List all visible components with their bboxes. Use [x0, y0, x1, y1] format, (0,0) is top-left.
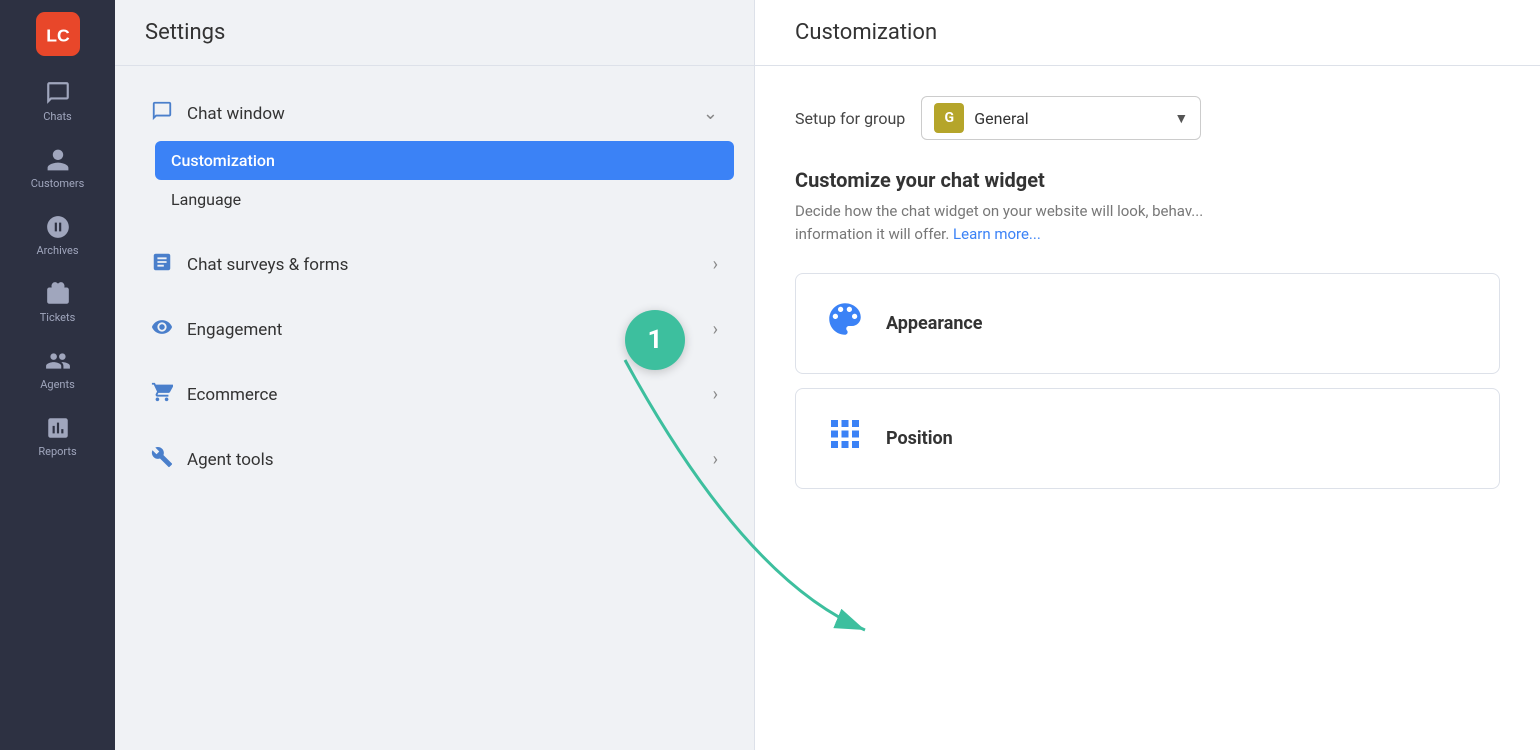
sidebar-item-archives-label: Archives — [36, 244, 78, 257]
ecommerce-label: Ecommerce — [187, 385, 277, 405]
engagement-chevron: › — [713, 319, 718, 340]
tickets-icon — [45, 281, 71, 307]
widget-desc: Decide how the chat widget on your websi… — [795, 200, 1500, 245]
archives-icon — [45, 214, 71, 240]
chat-window-submenu: Customization Language — [135, 141, 734, 227]
surveys-icon — [151, 251, 173, 278]
customization-title: Customization — [755, 0, 1540, 66]
sidebar-item-archives[interactable]: Archives — [0, 202, 115, 269]
sidebar-item-tickets[interactable]: Tickets — [0, 269, 115, 336]
ecommerce-icon — [151, 381, 173, 408]
setup-group-bar: Setup for group G General ▼ — [795, 96, 1500, 140]
menu-section-chat-window: Chat window ⌄ Customization Language — [135, 86, 734, 227]
submenu-customization[interactable]: Customization — [155, 141, 734, 180]
dropdown-arrow-icon: ▼ — [1174, 110, 1188, 127]
card-position-label: Position — [886, 428, 953, 449]
sidebar: LC Chats Customers Archives Tickets Agen — [0, 0, 115, 750]
menu-item-ecommerce[interactable]: Ecommerce › — [135, 367, 734, 422]
sidebar-item-agents-label: Agents — [40, 378, 75, 391]
card-appearance-label: Appearance — [886, 313, 983, 334]
sidebar-item-customers-label: Customers — [31, 177, 85, 190]
svg-text:LC: LC — [46, 26, 70, 46]
learn-more-link[interactable]: Learn more... — [953, 225, 1041, 243]
surveys-label: Chat surveys & forms — [187, 255, 348, 275]
sidebar-item-reports[interactable]: Reports — [0, 403, 115, 470]
menu-item-chat-window[interactable]: Chat window ⌄ — [135, 86, 734, 141]
sidebar-item-reports-label: Reports — [38, 445, 76, 458]
menu-section-surveys: Chat surveys & forms › — [135, 237, 734, 292]
surveys-chevron: › — [713, 254, 718, 275]
widget-title: Customize your chat widget — [795, 168, 1500, 192]
sidebar-item-chats-label: Chats — [43, 110, 71, 123]
card-appearance[interactable]: Appearance — [795, 273, 1500, 374]
panels-wrapper: Settings Chat window ⌄ Customization Lan… — [115, 0, 1540, 750]
tooltip-bubble: 1 — [625, 310, 685, 370]
chat-window-chevron: ⌄ — [703, 103, 718, 124]
agent-tools-label: Agent tools — [187, 450, 274, 470]
settings-content: Chat window ⌄ Customization Language Cha… — [115, 66, 754, 517]
menu-section-ecommerce: Ecommerce › — [135, 367, 734, 422]
group-initial: G — [944, 110, 954, 126]
sidebar-item-chats[interactable]: Chats — [0, 68, 115, 135]
group-select[interactable]: G General ▼ — [921, 96, 1201, 140]
group-avatar: G — [934, 103, 964, 133]
engagement-icon — [151, 316, 173, 343]
chat-window-icon — [151, 100, 173, 127]
sidebar-item-tickets-label: Tickets — [40, 311, 76, 324]
tooltip-number: 1 — [648, 325, 663, 355]
setup-group-label: Setup for group — [795, 109, 905, 128]
chat-icon — [45, 80, 71, 106]
customization-content: Setup for group G General ▼ Customize yo… — [755, 66, 1540, 533]
submenu-language[interactable]: Language — [155, 180, 734, 219]
position-icon — [824, 413, 866, 464]
group-name: General — [974, 109, 1164, 128]
menu-item-agent-tools[interactable]: Agent tools › — [135, 432, 734, 487]
chat-window-label: Chat window — [187, 104, 285, 124]
ecommerce-chevron: › — [713, 384, 718, 405]
appearance-icon — [824, 298, 866, 349]
agent-tools-chevron: › — [713, 449, 718, 470]
agent-tools-icon — [151, 446, 173, 473]
agents-icon — [45, 348, 71, 374]
logo: LC — [34, 10, 82, 58]
customization-panel: Customization Setup for group G General … — [755, 0, 1540, 750]
menu-section-agent-tools: Agent tools › — [135, 432, 734, 487]
sidebar-item-agents[interactable]: Agents — [0, 336, 115, 403]
reports-icon — [45, 415, 71, 441]
settings-title: Settings — [115, 0, 754, 66]
card-position[interactable]: Position — [795, 388, 1500, 489]
menu-item-surveys[interactable]: Chat surveys & forms › — [135, 237, 734, 292]
sidebar-item-customers[interactable]: Customers — [0, 135, 115, 202]
customers-icon — [45, 147, 71, 173]
engagement-label: Engagement — [187, 320, 282, 340]
settings-panel: Settings Chat window ⌄ Customization Lan… — [115, 0, 755, 750]
